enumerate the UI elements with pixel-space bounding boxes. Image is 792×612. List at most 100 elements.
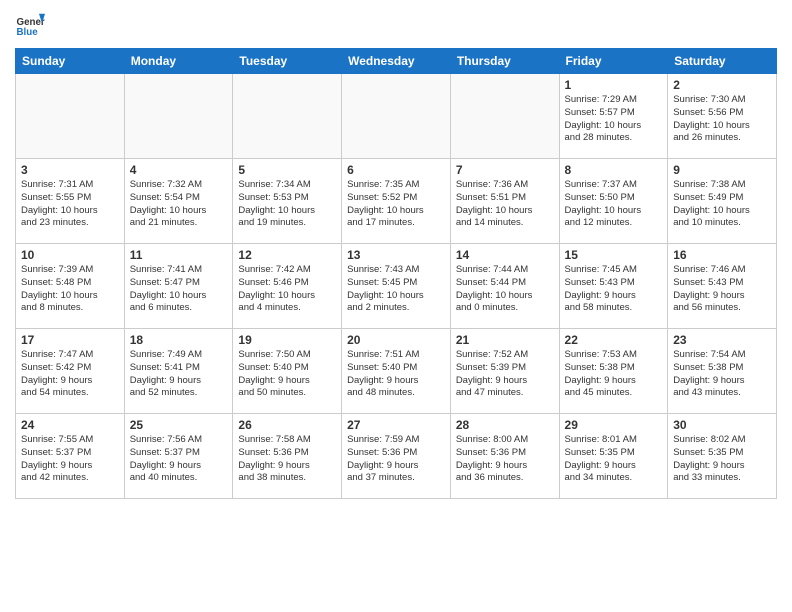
day-info: Sunrise: 7:52 AM Sunset: 5:39 PM Dayligh…: [456, 349, 554, 400]
day-number: 6: [347, 163, 445, 177]
calendar-cell: 30 Sunrise: 8:02 AM Sunset: 5:35 PM Dayli…: [668, 414, 777, 499]
calendar-cell: 10 Sunrise: 7:39 AM Sunset: 5:48 PM Dayli…: [16, 244, 125, 329]
day-info: Sunrise: 7:56 AM Sunset: 5:37 PM Dayligh…: [130, 434, 228, 485]
day-info: Sunrise: 7:35 AM Sunset: 5:52 PM Dayligh…: [347, 179, 445, 230]
day-info: Sunrise: 7:30 AM Sunset: 5:56 PM Dayligh…: [673, 94, 771, 145]
calendar-week-3: 10 Sunrise: 7:39 AM Sunset: 5:48 PM Dayli…: [16, 244, 777, 329]
svg-text:Blue: Blue: [17, 27, 39, 38]
calendar-week-1: 1Sunrise: 7:29 AM Sunset: 5:57 PM Daylig…: [16, 74, 777, 159]
day-info: Sunrise: 7:47 AM Sunset: 5:42 PM Dayligh…: [21, 349, 119, 400]
day-info: Sunrise: 7:44 AM Sunset: 5:44 PM Dayligh…: [456, 264, 554, 315]
calendar-cell: 12 Sunrise: 7:42 AM Sunset: 5:46 PM Dayli…: [233, 244, 342, 329]
calendar-cell: 19 Sunrise: 7:50 AM Sunset: 5:40 PM Dayli…: [233, 329, 342, 414]
day-number: 28: [456, 418, 554, 432]
day-info: Sunrise: 8:02 AM Sunset: 5:35 PM Dayligh…: [673, 434, 771, 485]
day-info: Sunrise: 7:53 AM Sunset: 5:38 PM Dayligh…: [565, 349, 663, 400]
day-info: Sunrise: 7:58 AM Sunset: 5:36 PM Dayligh…: [238, 434, 336, 485]
day-number: 14: [456, 248, 554, 262]
day-number: 11: [130, 248, 228, 262]
calendar-cell: 18Sunrise: 7:49 AM Sunset: 5:41 PM Dayli…: [124, 329, 233, 414]
day-number: 12: [238, 248, 336, 262]
column-header-wednesday: Wednesday: [342, 49, 451, 74]
calendar-cell: [16, 74, 125, 159]
day-info: Sunrise: 8:01 AM Sunset: 5:35 PM Dayligh…: [565, 434, 663, 485]
calendar-header-row: SundayMondayTuesdayWednesdayThursdayFrid…: [16, 49, 777, 74]
column-header-saturday: Saturday: [668, 49, 777, 74]
day-info: Sunrise: 7:45 AM Sunset: 5:43 PM Dayligh…: [565, 264, 663, 315]
day-number: 30: [673, 418, 771, 432]
day-info: Sunrise: 7:42 AM Sunset: 5:46 PM Dayligh…: [238, 264, 336, 315]
calendar-cell: 24 Sunrise: 7:55 AM Sunset: 5:37 PM Dayli…: [16, 414, 125, 499]
day-info: Sunrise: 7:32 AM Sunset: 5:54 PM Dayligh…: [130, 179, 228, 230]
calendar-cell: 9 Sunrise: 7:38 AM Sunset: 5:49 PM Daylig…: [668, 159, 777, 244]
day-number: 1: [565, 78, 663, 92]
calendar-week-2: 3Sunrise: 7:31 AM Sunset: 5:55 PM Daylig…: [16, 159, 777, 244]
calendar-cell: 8Sunrise: 7:37 AM Sunset: 5:50 PM Daylig…: [559, 159, 668, 244]
calendar-cell: 16 Sunrise: 7:46 AM Sunset: 5:43 PM Dayli…: [668, 244, 777, 329]
column-header-monday: Monday: [124, 49, 233, 74]
day-number: 9: [673, 163, 771, 177]
day-number: 25: [130, 418, 228, 432]
calendar-cell: 25 Sunrise: 7:56 AM Sunset: 5:37 PM Dayli…: [124, 414, 233, 499]
day-info: Sunrise: 7:49 AM Sunset: 5:41 PM Dayligh…: [130, 349, 228, 400]
calendar-cell: 26 Sunrise: 7:58 AM Sunset: 5:36 PM Dayli…: [233, 414, 342, 499]
day-info: Sunrise: 7:50 AM Sunset: 5:40 PM Dayligh…: [238, 349, 336, 400]
day-number: 10: [21, 248, 119, 262]
day-number: 23: [673, 333, 771, 347]
calendar-cell: 7 Sunrise: 7:36 AM Sunset: 5:51 PM Daylig…: [450, 159, 559, 244]
calendar-cell: 28 Sunrise: 8:00 AM Sunset: 5:36 PM Dayli…: [450, 414, 559, 499]
day-number: 20: [347, 333, 445, 347]
calendar-cell: [233, 74, 342, 159]
calendar-cell: [450, 74, 559, 159]
day-number: 27: [347, 418, 445, 432]
day-number: 5: [238, 163, 336, 177]
day-number: 16: [673, 248, 771, 262]
day-number: 3: [21, 163, 119, 177]
calendar-cell: 27Sunrise: 7:59 AM Sunset: 5:36 PM Dayli…: [342, 414, 451, 499]
calendar-cell: 15 Sunrise: 7:45 AM Sunset: 5:43 PM Dayli…: [559, 244, 668, 329]
calendar-cell: 22 Sunrise: 7:53 AM Sunset: 5:38 PM Dayli…: [559, 329, 668, 414]
column-header-sunday: Sunday: [16, 49, 125, 74]
day-number: 2: [673, 78, 771, 92]
day-info: Sunrise: 7:54 AM Sunset: 5:38 PM Dayligh…: [673, 349, 771, 400]
calendar-cell: 5 Sunrise: 7:34 AM Sunset: 5:53 PM Daylig…: [233, 159, 342, 244]
day-number: 29: [565, 418, 663, 432]
calendar-cell: 29 Sunrise: 8:01 AM Sunset: 5:35 PM Dayli…: [559, 414, 668, 499]
calendar-cell: 17 Sunrise: 7:47 AM Sunset: 5:42 PM Dayli…: [16, 329, 125, 414]
column-header-thursday: Thursday: [450, 49, 559, 74]
day-number: 24: [21, 418, 119, 432]
day-number: 19: [238, 333, 336, 347]
day-number: 26: [238, 418, 336, 432]
calendar-cell: 3Sunrise: 7:31 AM Sunset: 5:55 PM Daylig…: [16, 159, 125, 244]
day-info: Sunrise: 7:37 AM Sunset: 5:50 PM Dayligh…: [565, 179, 663, 230]
calendar-table: SundayMondayTuesdayWednesdayThursdayFrid…: [15, 48, 777, 499]
day-number: 21: [456, 333, 554, 347]
page-header: General Blue: [15, 10, 777, 40]
day-info: Sunrise: 7:36 AM Sunset: 5:51 PM Dayligh…: [456, 179, 554, 230]
day-number: 17: [21, 333, 119, 347]
day-info: Sunrise: 7:41 AM Sunset: 5:47 PM Dayligh…: [130, 264, 228, 315]
calendar-cell: 6 Sunrise: 7:35 AM Sunset: 5:52 PM Daylig…: [342, 159, 451, 244]
calendar-page: General Blue SundayMondayTuesdayWednesda…: [0, 0, 792, 612]
day-number: 7: [456, 163, 554, 177]
day-number: 13: [347, 248, 445, 262]
day-info: Sunrise: 7:34 AM Sunset: 5:53 PM Dayligh…: [238, 179, 336, 230]
calendar-cell: 14 Sunrise: 7:44 AM Sunset: 5:44 PM Dayli…: [450, 244, 559, 329]
day-info: Sunrise: 7:51 AM Sunset: 5:40 PM Dayligh…: [347, 349, 445, 400]
day-number: 4: [130, 163, 228, 177]
calendar-cell: 1Sunrise: 7:29 AM Sunset: 5:57 PM Daylig…: [559, 74, 668, 159]
day-number: 15: [565, 248, 663, 262]
day-number: 22: [565, 333, 663, 347]
calendar-cell: 13 Sunrise: 7:43 AM Sunset: 5:45 PM Dayli…: [342, 244, 451, 329]
calendar-week-4: 17 Sunrise: 7:47 AM Sunset: 5:42 PM Dayli…: [16, 329, 777, 414]
logo: General Blue: [15, 10, 45, 40]
day-info: Sunrise: 7:55 AM Sunset: 5:37 PM Dayligh…: [21, 434, 119, 485]
logo-icon: General Blue: [15, 10, 45, 40]
calendar-cell: 4 Sunrise: 7:32 AM Sunset: 5:54 PM Daylig…: [124, 159, 233, 244]
column-header-tuesday: Tuesday: [233, 49, 342, 74]
day-info: Sunrise: 7:39 AM Sunset: 5:48 PM Dayligh…: [21, 264, 119, 315]
day-info: Sunrise: 7:43 AM Sunset: 5:45 PM Dayligh…: [347, 264, 445, 315]
day-info: Sunrise: 7:46 AM Sunset: 5:43 PM Dayligh…: [673, 264, 771, 315]
day-info: Sunrise: 7:38 AM Sunset: 5:49 PM Dayligh…: [673, 179, 771, 230]
day-info: Sunrise: 8:00 AM Sunset: 5:36 PM Dayligh…: [456, 434, 554, 485]
